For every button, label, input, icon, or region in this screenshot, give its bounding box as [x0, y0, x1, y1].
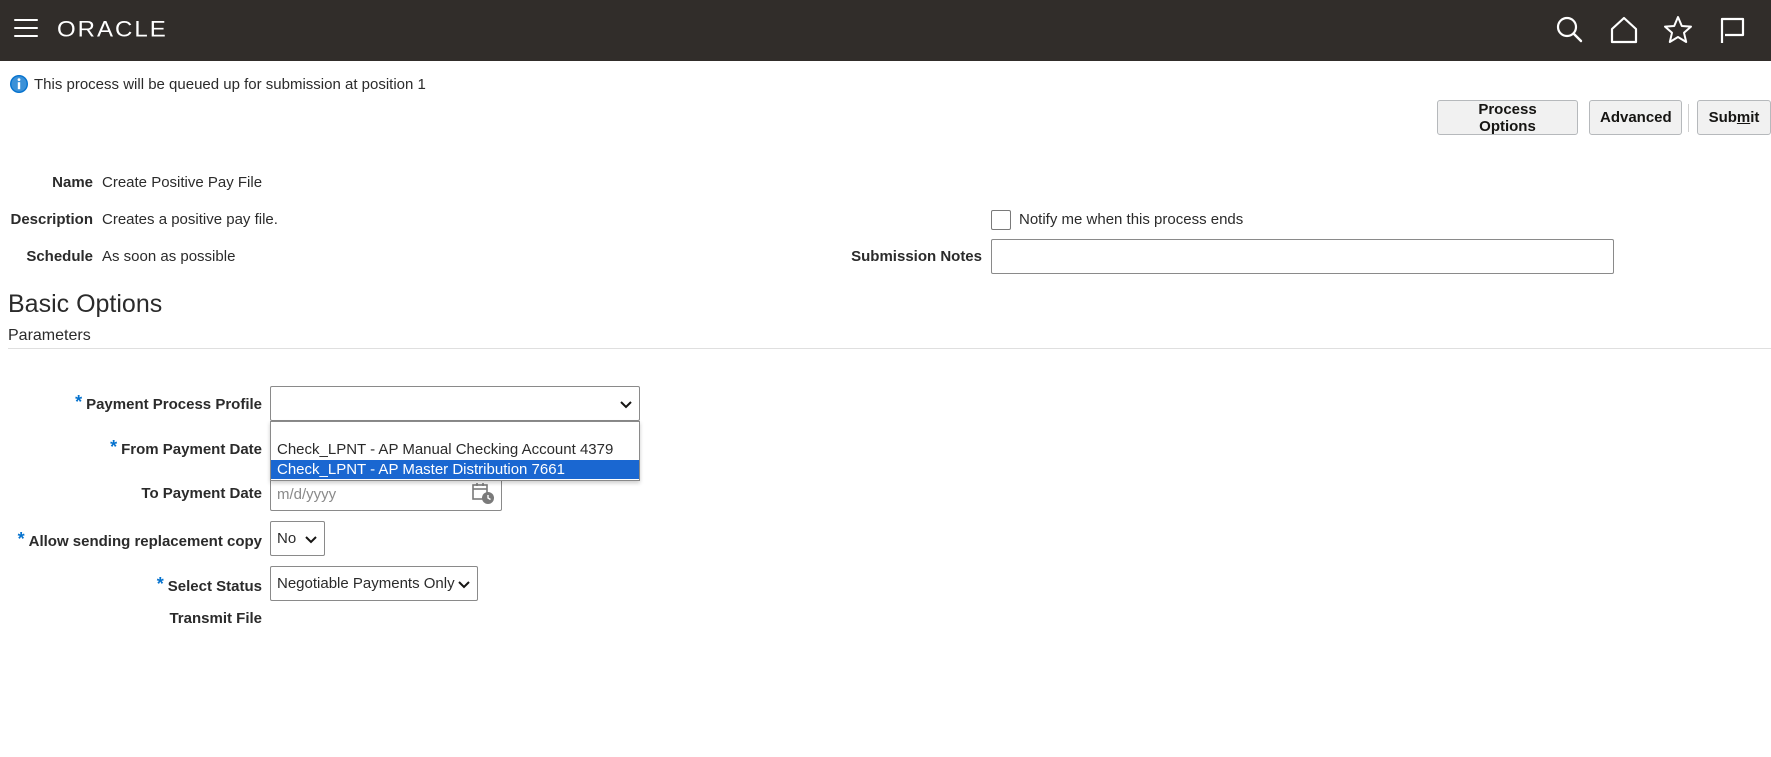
- name-value: Create Positive Pay File: [102, 174, 263, 191]
- to-payment-date-label: To Payment Date: [141, 485, 262, 502]
- info-message-text: This process will be queued up for submi…: [34, 75, 426, 93]
- submission-notes-input[interactable]: [991, 239, 1614, 274]
- description-value: Creates a positive pay file.: [102, 211, 278, 228]
- chevron-down-icon: [305, 536, 317, 544]
- queue-info-message: This process will be queued up for submi…: [9, 74, 426, 94]
- required-mark: *: [17, 529, 25, 549]
- schedule-label: Schedule: [26, 248, 93, 265]
- basic-options-heading: Basic Options: [8, 290, 163, 318]
- payment-process-profile-label: * Payment Process Profile: [75, 392, 262, 413]
- payment-process-profile-select[interactable]: [270, 386, 640, 421]
- transmit-file-label: Transmit File: [169, 610, 262, 627]
- notify-label: Notify me when this process ends: [1019, 211, 1244, 228]
- to-payment-date-input[interactable]: m/d/yyyy: [270, 477, 502, 511]
- home-icon[interactable]: [1608, 14, 1640, 46]
- allow-replacement-select[interactable]: No: [270, 521, 325, 556]
- process-options-button[interactable]: Process Options: [1437, 100, 1578, 135]
- favorites-star-icon[interactable]: [1662, 14, 1694, 46]
- name-label: Name: [52, 174, 93, 191]
- dropdown-option[interactable]: Check_LPNT - AP Manual Checking Account …: [271, 440, 639, 459]
- section-divider: [8, 348, 1771, 349]
- chevron-down-icon: [458, 581, 470, 589]
- dropdown-option-selected[interactable]: Check_LPNT - AP Master Distribution 7661: [271, 460, 639, 479]
- advanced-button[interactable]: Advanced: [1589, 100, 1682, 135]
- from-payment-date-label: * From Payment Date: [110, 437, 262, 458]
- description-label: Description: [10, 211, 93, 228]
- payment-profile-dropdown-list: Check_LPNT - AP Manual Checking Account …: [270, 421, 640, 481]
- oracle-logo: ORACLE: [57, 17, 168, 42]
- submission-notes-label: Submission Notes: [851, 248, 982, 265]
- allow-replacement-label: * Allow sending replacement copy: [17, 529, 262, 550]
- required-mark: *: [110, 437, 118, 457]
- select-status-select[interactable]: Negotiable Payments Only: [270, 566, 478, 601]
- schedule-value: As soon as possible: [102, 248, 236, 265]
- navigator-menu-icon[interactable]: [14, 19, 38, 41]
- info-icon: [10, 75, 28, 93]
- parameters-subheading: Parameters: [8, 327, 91, 344]
- calendar-icon[interactable]: [471, 481, 495, 505]
- submit-button[interactable]: Submit: [1697, 100, 1771, 135]
- search-icon[interactable]: [1554, 14, 1586, 46]
- notifications-flag-icon[interactable]: [1716, 14, 1748, 46]
- required-mark: *: [75, 392, 83, 412]
- button-separator: [1688, 104, 1689, 132]
- notify-checkbox[interactable]: [991, 210, 1011, 230]
- chevron-down-icon: [620, 401, 632, 409]
- required-mark: *: [156, 574, 164, 594]
- select-status-label: * Select Status: [156, 574, 262, 595]
- top-navigation-bar: ORACLE: [0, 0, 1771, 61]
